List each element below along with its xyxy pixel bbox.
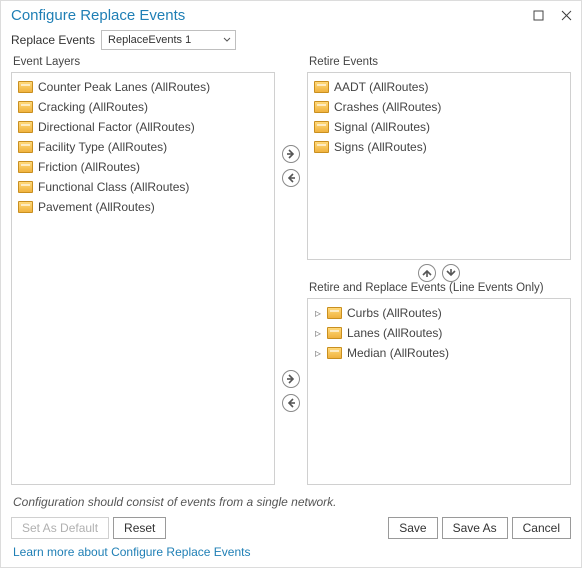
replace-events-combo[interactable]: ReplaceEvents 1 xyxy=(101,30,236,50)
expand-icon[interactable]: ▹ xyxy=(314,346,322,360)
move-up-button[interactable] xyxy=(418,264,436,282)
layer-icon xyxy=(18,101,33,113)
move-right-button[interactable] xyxy=(282,370,300,388)
layer-icon xyxy=(314,101,329,113)
item-label: Directional Factor (AllRoutes) xyxy=(38,120,195,134)
event-layers-list[interactable]: Counter Peak Lanes (AllRoutes) Cracking … xyxy=(11,72,275,485)
list-item[interactable]: Directional Factor (AllRoutes) xyxy=(16,117,270,137)
event-layers-header: Event Layers xyxy=(11,56,275,70)
list-item[interactable]: ▹ Curbs (AllRoutes) xyxy=(312,303,566,323)
dialog-title: Configure Replace Events xyxy=(11,7,185,24)
layer-icon xyxy=(327,347,342,359)
titlebar: Configure Replace Events xyxy=(1,1,581,26)
retire-events-list[interactable]: AADT (AllRoutes) Crashes (AllRoutes) Sig… xyxy=(307,72,571,260)
set-default-button: Set As Default xyxy=(11,517,109,539)
list-item[interactable]: Friction (AllRoutes) xyxy=(16,157,270,177)
layer-icon xyxy=(314,81,329,93)
layer-icon xyxy=(314,121,329,133)
expand-icon[interactable]: ▹ xyxy=(314,306,322,320)
item-label: Median (AllRoutes) xyxy=(347,346,449,360)
item-label: Counter Peak Lanes (AllRoutes) xyxy=(38,80,210,94)
list-item[interactable]: ▹ Lanes (AllRoutes) xyxy=(312,323,566,343)
item-label: Signal (AllRoutes) xyxy=(334,120,430,134)
config-hint: Configuration should consist of events f… xyxy=(1,491,581,513)
button-row: Set As Default Reset Save Save As Cancel xyxy=(1,513,581,545)
list-item[interactable]: Signs (AllRoutes) xyxy=(312,137,566,157)
move-right-button[interactable] xyxy=(282,145,300,163)
replace-events-label: Replace Events xyxy=(11,33,95,47)
retire-events-header: Retire Events xyxy=(307,56,571,70)
list-item[interactable]: Crashes (AllRoutes) xyxy=(312,97,566,117)
content-grid: Event Layers Retire Events Counter Peak … xyxy=(1,56,581,491)
item-label: Cracking (AllRoutes) xyxy=(38,100,148,114)
item-label: Crashes (AllRoutes) xyxy=(334,100,441,114)
learn-more-link[interactable]: Learn more about Configure Replace Event… xyxy=(1,545,581,567)
reset-button[interactable]: Reset xyxy=(113,517,166,539)
window-buttons xyxy=(531,9,573,23)
list-item[interactable]: Pavement (AllRoutes) xyxy=(16,197,270,217)
layer-icon xyxy=(18,141,33,153)
cancel-button[interactable]: Cancel xyxy=(512,517,571,539)
item-label: Friction (AllRoutes) xyxy=(38,160,140,174)
layer-icon xyxy=(327,327,342,339)
save-button[interactable]: Save xyxy=(388,517,437,539)
item-label: Lanes (AllRoutes) xyxy=(347,326,442,340)
list-item[interactable]: ▹ Median (AllRoutes) xyxy=(312,343,566,363)
close-icon[interactable] xyxy=(559,9,573,23)
layer-icon xyxy=(314,141,329,153)
item-label: Curbs (AllRoutes) xyxy=(347,306,442,320)
combo-value: ReplaceEvents 1 xyxy=(106,34,223,46)
layer-icon xyxy=(18,161,33,173)
list-item[interactable]: AADT (AllRoutes) xyxy=(312,77,566,97)
layer-icon xyxy=(327,307,342,319)
up-down-buttons xyxy=(307,262,571,280)
item-label: AADT (AllRoutes) xyxy=(334,80,428,94)
list-item[interactable]: Facility Type (AllRoutes) xyxy=(16,137,270,157)
item-label: Functional Class (AllRoutes) xyxy=(38,180,189,194)
list-item[interactable]: Functional Class (AllRoutes) xyxy=(16,177,270,197)
retire-replace-header: Retire and Replace Events (Line Events O… xyxy=(307,282,571,296)
chevron-down-icon xyxy=(223,36,231,44)
arrow-column-top xyxy=(279,72,303,260)
layer-icon xyxy=(18,81,33,93)
list-item[interactable]: Counter Peak Lanes (AllRoutes) xyxy=(16,77,270,97)
expand-icon[interactable]: ▹ xyxy=(314,326,322,340)
replace-events-row: Replace Events ReplaceEvents 1 xyxy=(1,26,581,56)
item-label: Pavement (AllRoutes) xyxy=(38,200,155,214)
layer-icon xyxy=(18,181,33,193)
retire-replace-list[interactable]: ▹ Curbs (AllRoutes) ▹ Lanes (AllRoutes) ▹ M… xyxy=(307,298,571,486)
arrow-column-bottom xyxy=(279,298,303,486)
list-item[interactable]: Cracking (AllRoutes) xyxy=(16,97,270,117)
layer-icon xyxy=(18,121,33,133)
move-left-button[interactable] xyxy=(282,394,300,412)
item-label: Signs (AllRoutes) xyxy=(334,140,427,154)
maximize-icon[interactable] xyxy=(531,9,545,23)
move-down-button[interactable] xyxy=(442,264,460,282)
move-left-button[interactable] xyxy=(282,169,300,187)
save-as-button[interactable]: Save As xyxy=(442,517,508,539)
layer-icon xyxy=(18,201,33,213)
list-item[interactable]: Signal (AllRoutes) xyxy=(312,117,566,137)
item-label: Facility Type (AllRoutes) xyxy=(38,140,167,154)
dialog-window: Configure Replace Events Replace Events … xyxy=(0,0,582,568)
